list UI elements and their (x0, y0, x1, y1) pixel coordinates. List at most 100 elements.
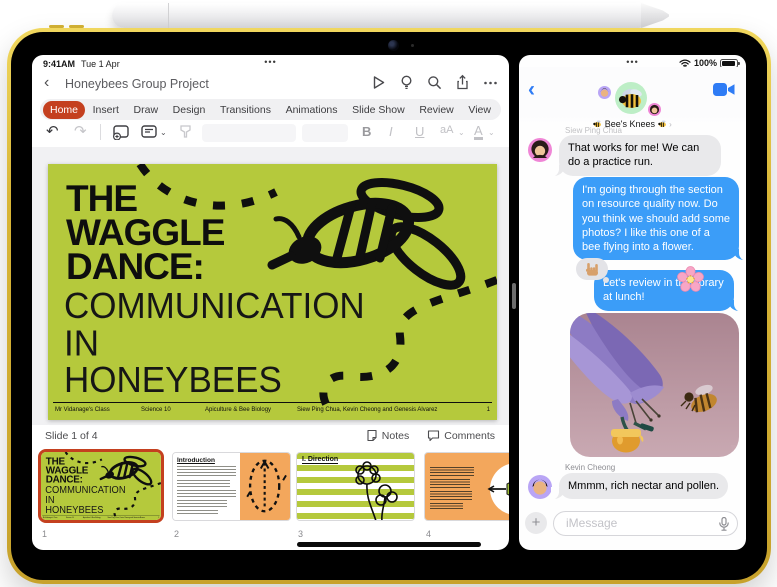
back-chevron-icon[interactable]: ‹ (44, 73, 49, 93)
sender-label: Kevin Cheong (565, 463, 616, 472)
tab-insert[interactable]: Insert (86, 101, 126, 119)
bold-button[interactable]: B (362, 124, 371, 139)
split-view-screen: 9:41AM Tue 1 Apr ••• ‹ Honeybees Group P… (32, 55, 746, 550)
bee-emoji-icon (657, 120, 666, 128)
thumbnail-2-number: 2 (174, 529, 180, 539)
underline-button[interactable]: U (415, 124, 424, 139)
text-size-chevron-icon[interactable]: ⌄ (458, 128, 465, 137)
tab-review[interactable]: Review (412, 101, 460, 119)
flowers-drawing-icon (355, 461, 398, 520)
bee-flower-photo (570, 313, 739, 457)
designer-lightbulb-icon[interactable] (398, 74, 415, 91)
font-size-field[interactable] (302, 124, 348, 142)
slide-canvas[interactable]: THE WAGGLE DANCE: COMMUNICATION IN HONEY… (32, 147, 509, 425)
slide-counter: Slide 1 of 4 (45, 430, 98, 442)
font-color-chevron-icon[interactable]: ⌄ (488, 128, 495, 137)
format-painter-icon[interactable] (178, 124, 193, 140)
thumbnail-3-number: 3 (298, 529, 304, 539)
slide-layout-icon[interactable] (140, 124, 158, 140)
redo-icon[interactable]: ↷ (74, 124, 87, 140)
photo-message-bee-flower[interactable] (570, 313, 739, 457)
share-icon[interactable] (454, 74, 471, 91)
imessage-input-wrap[interactable] (553, 511, 738, 536)
layout-chevron-icon[interactable]: ⌄ (160, 128, 167, 137)
message-composer: + (519, 510, 746, 536)
slide-status-bar: Slide 1 of 4 Notes Comments (32, 425, 509, 448)
slide-thumbnail-3[interactable]: I. Direction (296, 452, 415, 521)
microphone-icon[interactable] (719, 517, 729, 531)
slide-thumbnail-strip: THE WAGGLE DANCE: COMMUNICATION IN HONEY… (32, 448, 509, 550)
document-title[interactable]: Honeybees Group Project (65, 77, 209, 91)
powerpoint-nav-bar: ‹ Honeybees Group Project (32, 71, 509, 97)
sent-message-1[interactable]: I'm going through the section on resourc… (573, 177, 746, 262)
cherry-blossom-sticker-icon[interactable] (677, 266, 704, 293)
back-chevron-icon[interactable]: ‹ (528, 79, 535, 101)
thumbnail-1-number: 1 (42, 529, 48, 539)
notes-icon (367, 429, 377, 442)
font-name-field[interactable] (202, 124, 296, 142)
received-message-1[interactable]: That works for me! We can do a practice … (551, 135, 721, 177)
bee-drawing (267, 178, 466, 290)
italic-button[interactable]: I (389, 124, 393, 139)
text-size-button[interactable]: aA (440, 124, 453, 136)
home-indicator[interactable] (297, 542, 481, 547)
more-ellipsis-icon[interactable] (482, 74, 499, 91)
font-color-button[interactable]: A (474, 124, 483, 140)
notes-button[interactable]: Notes (366, 429, 409, 442)
tab-design[interactable]: Design (166, 101, 213, 119)
slide-thumbnail-1[interactable]: THE WAGGLE DANCE: COMMUNICATION IN HONEY… (38, 449, 164, 523)
photo-bubble-tail (731, 445, 739, 457)
multitask-dots-icon[interactable]: ••• (32, 57, 509, 67)
tab-home[interactable]: Home (43, 100, 86, 119)
slide-1-editor[interactable]: THE WAGGLE DANCE: COMMUNICATION IN HONEY… (48, 164, 497, 420)
formatting-toolbar: ↶ ↷ ⌄ B I U aA ⌄ A ⌄ (32, 121, 509, 147)
thumbnail-2-heading: Introduction (177, 457, 215, 464)
group-details-chevron-icon: › (669, 120, 672, 129)
tapback-love-you-gesture[interactable] (576, 258, 609, 283)
slide-thumbnail-4[interactable] (424, 452, 509, 521)
thumbnail-4-number: 4 (426, 529, 432, 539)
avatar-siew-ping[interactable] (528, 138, 552, 162)
imessage-input[interactable] (564, 513, 693, 533)
play-slideshow-icon[interactable] (370, 74, 387, 91)
tab-draw[interactable]: Draw (127, 101, 166, 119)
slide-title-light: COMMUNICATION IN HONEYBEES (64, 285, 365, 401)
powerpoint-app-window: 9:41AM Tue 1 Apr ••• ‹ Honeybees Group P… (32, 55, 509, 550)
received-message-2[interactable]: Mmmm, rich nectar and pollen. (551, 473, 728, 501)
tab-transitions[interactable]: Transitions (213, 101, 278, 119)
front-camera (388, 40, 399, 51)
avatar-kevin[interactable] (528, 475, 552, 499)
pencil-seam (168, 3, 169, 28)
member-avatar-siewping-small[interactable] (648, 103, 661, 116)
group-name-row[interactable]: Bee's Knees › (519, 119, 746, 129)
comments-button[interactable]: Comments (427, 429, 495, 442)
group-name: Bee's Knees (604, 119, 656, 129)
tab-animations[interactable]: Animations (279, 101, 345, 119)
volume-button-down (69, 25, 84, 28)
tab-view[interactable]: View (461, 101, 498, 119)
sent-message-2[interactable]: Let's review in the library at lunch! (594, 270, 742, 312)
volume-button-up (49, 25, 64, 28)
bee-emoji-icon (593, 120, 602, 128)
member-avatar-kevin-small[interactable] (598, 86, 611, 99)
undo-icon[interactable]: ↶ (46, 124, 59, 140)
front-mic-dot (411, 44, 414, 47)
search-icon[interactable] (426, 74, 443, 91)
photo-of-ipad: 9:41AM Tue 1 Apr ••• ‹ Honeybees Group P… (0, 0, 777, 587)
slide-title-bold: THE WAGGLE DANCE: (66, 178, 225, 288)
plus-icon[interactable]: + (525, 512, 547, 534)
comments-icon (428, 430, 440, 442)
conversation-scroll[interactable]: Siew Ping Chua That works for me! We can… (519, 125, 746, 505)
waggle-diagram-icon (246, 459, 287, 513)
tab-slideshow[interactable]: Slide Show (345, 101, 412, 119)
video-call-icon[interactable] (713, 82, 736, 97)
ribbon-tab-bar: Home Insert Draw Design Transitions Anim… (40, 99, 501, 120)
love-you-gesture-icon (585, 263, 598, 276)
apple-pencil (112, 3, 642, 28)
slide-thumbnail-2[interactable]: Introduction (172, 452, 291, 521)
bee-group-avatar[interactable] (615, 82, 647, 114)
new-slide-icon[interactable] (112, 124, 130, 140)
apple-pencil-tip (641, 3, 669, 28)
messages-header: ‹ Bee's Knees › (519, 67, 746, 129)
split-view-divider-handle[interactable] (512, 283, 516, 309)
